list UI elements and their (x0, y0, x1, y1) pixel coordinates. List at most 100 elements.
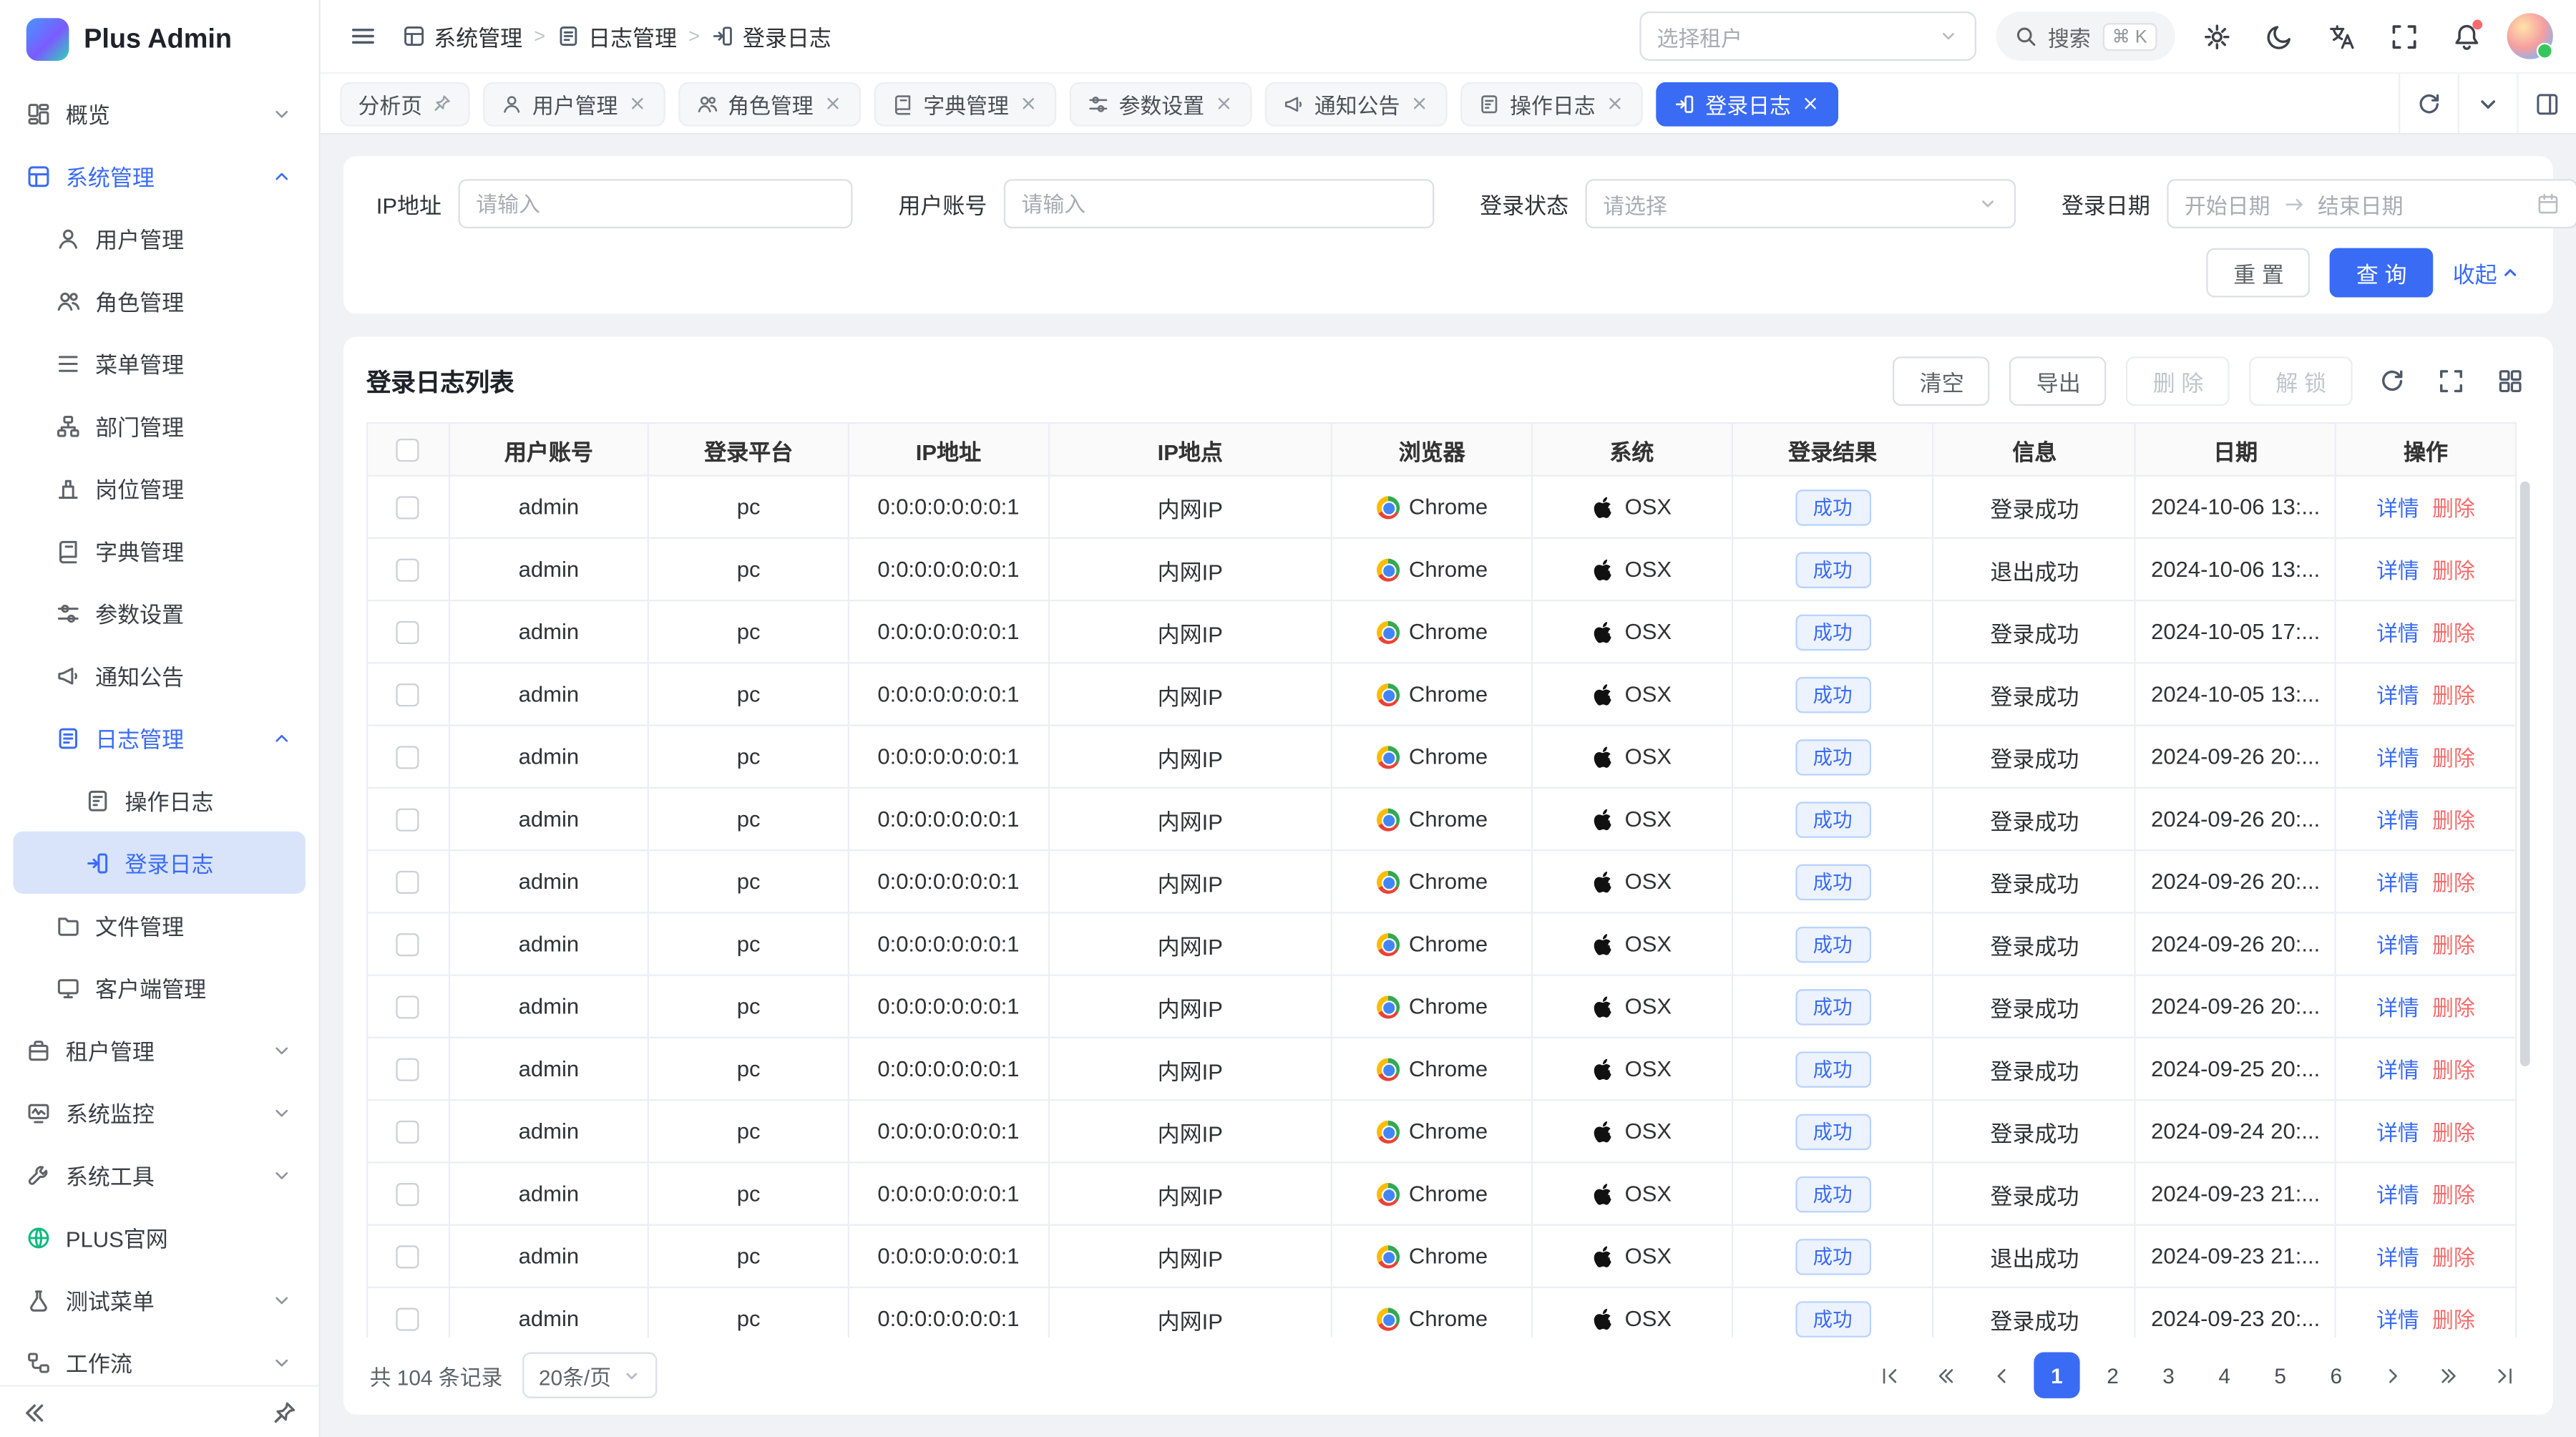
tab-1[interactable]: 用户管理 (483, 82, 665, 126)
delete-link[interactable]: 删除 (2432, 559, 2475, 583)
sidebar-item-16[interactable]: 系统监控 (13, 1081, 306, 1144)
column-settings-button[interactable] (2491, 361, 2530, 401)
sidebar-item-20[interactable]: 工作流 (13, 1331, 306, 1393)
tab-0[interactable]: 分析页 (340, 82, 469, 126)
detail-link[interactable]: 详情 (2376, 1308, 2419, 1333)
date-range-picker[interactable]: 开始日期 结束日期 (2167, 179, 2576, 228)
row-checkbox[interactable] (396, 1246, 419, 1269)
detail-link[interactable]: 详情 (2376, 871, 2419, 895)
close-icon[interactable] (1605, 94, 1625, 114)
next-page-button[interactable] (2369, 1353, 2415, 1398)
detail-link[interactable]: 详情 (2376, 1245, 2419, 1270)
detail-link[interactable]: 详情 (2376, 496, 2419, 520)
sidebar-item-1[interactable]: 系统管理 (13, 145, 306, 207)
delete-link[interactable]: 删除 (2432, 1308, 2475, 1333)
row-checkbox[interactable] (396, 1058, 419, 1081)
fullscreen-button[interactable] (2382, 15, 2425, 58)
row-checkbox[interactable] (396, 809, 419, 832)
clear-button[interactable]: 清空 (1893, 356, 1990, 406)
delete-link[interactable]: 删除 (2432, 683, 2475, 708)
status-select[interactable]: 请选择 (1585, 179, 2016, 228)
delete-button[interactable]: 删 除 (2127, 356, 2230, 406)
sidebar-item-15[interactable]: 租户管理 (13, 1018, 306, 1081)
delete-link[interactable]: 删除 (2432, 871, 2475, 895)
avatar[interactable] (2507, 13, 2553, 59)
detail-link[interactable]: 详情 (2376, 1058, 2419, 1083)
sidebar-item-9[interactable]: 通知公告 (13, 644, 306, 706)
account-input[interactable] (1022, 191, 1416, 215)
refresh-table-button[interactable] (2372, 361, 2411, 401)
first-page-button[interactable] (1866, 1353, 1912, 1398)
page-button-4[interactable]: 4 (2202, 1353, 2248, 1398)
sidebar-item-18[interactable]: PLUS官网 (13, 1206, 306, 1268)
sidebar-item-13[interactable]: 文件管理 (13, 894, 306, 956)
next-pages-button[interactable] (2425, 1353, 2471, 1398)
close-icon[interactable] (1019, 94, 1039, 114)
notifications-button[interactable] (2444, 15, 2487, 58)
settings-button[interactable] (2195, 15, 2238, 58)
layout-panel-button[interactable] (2517, 74, 2576, 133)
close-icon[interactable] (628, 94, 648, 114)
page-button-3[interactable]: 3 (2145, 1353, 2191, 1398)
detail-link[interactable]: 详情 (2376, 1183, 2419, 1207)
last-page-button[interactable] (2481, 1353, 2527, 1398)
close-icon[interactable] (1410, 94, 1430, 114)
page-button-2[interactable]: 2 (2089, 1353, 2135, 1398)
page-size-select[interactable]: 20条/页 (522, 1353, 657, 1398)
prev-pages-button[interactable] (1922, 1353, 1968, 1398)
row-checkbox[interactable] (396, 559, 419, 582)
row-checkbox[interactable] (396, 684, 419, 707)
page-button-6[interactable]: 6 (2313, 1353, 2359, 1398)
sidebar-item-0[interactable]: 概览 (13, 82, 306, 145)
hamburger-button[interactable] (343, 16, 383, 56)
breadcrumb-item-1[interactable]: 日志管理 (557, 20, 677, 53)
detail-link[interactable]: 详情 (2376, 933, 2419, 958)
language-button[interactable] (2320, 15, 2363, 58)
sidebar-item-17[interactable]: 系统工具 (13, 1144, 306, 1206)
sidebar-item-8[interactable]: 参数设置 (13, 582, 306, 644)
sidebar-item-7[interactable]: 字典管理 (13, 520, 306, 582)
delete-link[interactable]: 删除 (2432, 496, 2475, 520)
ip-input[interactable] (476, 191, 834, 215)
detail-link[interactable]: 详情 (2376, 1121, 2419, 1145)
close-icon[interactable] (823, 94, 843, 114)
refresh-page-button[interactable] (2399, 74, 2458, 133)
row-checkbox[interactable] (396, 996, 419, 1019)
delete-link[interactable]: 删除 (2432, 621, 2475, 646)
sidebar-item-11[interactable]: 操作日志 (13, 769, 306, 831)
row-checkbox[interactable] (396, 1184, 419, 1207)
tenant-select[interactable]: 选择租户 (1639, 11, 1976, 61)
sidebar-item-6[interactable]: 岗位管理 (13, 457, 306, 519)
breadcrumb-item-0[interactable]: 系统管理 (403, 20, 523, 53)
tab-6[interactable]: 操作日志 (1460, 82, 1643, 126)
close-icon[interactable] (1801, 94, 1821, 114)
detail-link[interactable]: 详情 (2376, 746, 2419, 770)
sidebar-item-4[interactable]: 菜单管理 (13, 332, 306, 394)
sidebar-item-5[interactable]: 部门管理 (13, 394, 306, 457)
row-checkbox[interactable] (396, 1308, 419, 1331)
row-checkbox[interactable] (396, 871, 419, 894)
delete-link[interactable]: 删除 (2432, 1058, 2475, 1083)
delete-link[interactable]: 删除 (2432, 809, 2475, 833)
row-checkbox[interactable] (396, 497, 419, 520)
collapse-filters-link[interactable]: 收起 (2453, 256, 2520, 289)
tab-3[interactable]: 字典管理 (874, 82, 1057, 126)
global-search[interactable]: 搜索 ⌘ K (1996, 11, 2175, 61)
dark-mode-toggle[interactable] (2258, 15, 2301, 58)
tab-menu-button[interactable] (2458, 74, 2517, 133)
delete-link[interactable]: 删除 (2432, 1121, 2475, 1145)
breadcrumb-item-2[interactable]: 登录日志 (711, 20, 831, 53)
collapse-sidebar-button[interactable] (16, 1394, 53, 1431)
tab-2[interactable]: 角色管理 (678, 82, 861, 126)
detail-link[interactable]: 详情 (2376, 809, 2419, 833)
sidebar-item-14[interactable]: 客户端管理 (13, 956, 306, 1018)
delete-link[interactable]: 删除 (2432, 995, 2475, 1020)
search-button[interactable]: 查 询 (2330, 248, 2433, 298)
delete-link[interactable]: 删除 (2432, 1183, 2475, 1207)
page-button-1[interactable]: 1 (2034, 1353, 2079, 1398)
table-fullscreen-button[interactable] (2431, 361, 2471, 401)
page-button-5[interactable]: 5 (2258, 1353, 2303, 1398)
sidebar-item-3[interactable]: 角色管理 (13, 270, 306, 332)
row-checkbox[interactable] (396, 1121, 419, 1144)
tab-7[interactable]: 登录日志 (1657, 82, 1839, 126)
